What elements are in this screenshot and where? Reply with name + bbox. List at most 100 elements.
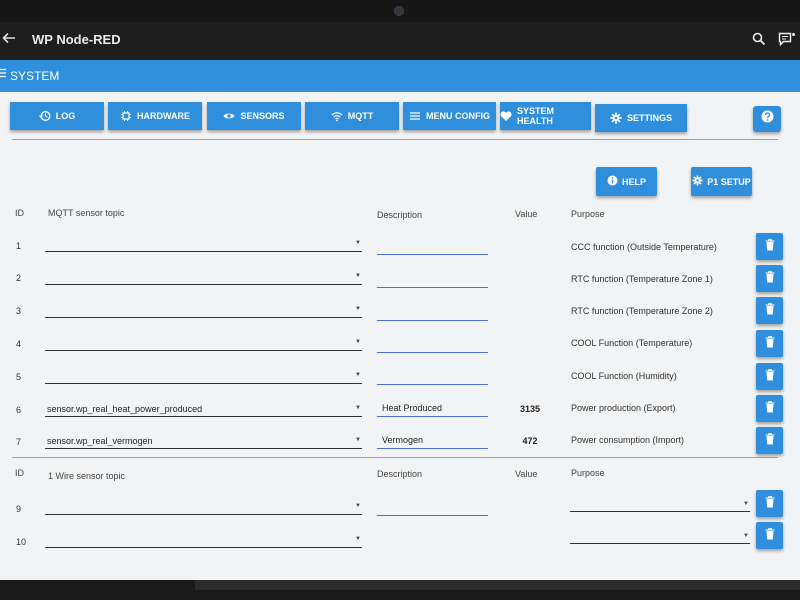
delete-button[interactable] — [756, 297, 783, 324]
mqtt-topic-value: sensor.wp_real_vermogen — [47, 436, 153, 446]
tab-hardware[interactable]: HARDWARE — [108, 102, 202, 130]
row-id: 4 — [16, 339, 22, 349]
tab-mqtt[interactable]: MQTT — [305, 102, 399, 130]
camera-lens — [394, 6, 404, 16]
trash-icon — [765, 432, 775, 450]
header-purpose: Purpose — [571, 468, 605, 478]
row-id: 1 — [16, 241, 22, 251]
main-content: LOG HARDWARE SENSORS MQTT MENU CONFIG SY… — [0, 92, 800, 580]
eye-icon — [223, 110, 236, 122]
device-bezel-top — [0, 0, 800, 22]
header-mqtt-topic: MQTT sensor topic — [48, 208, 125, 218]
purpose-text: COOL Function (Humidity) — [571, 371, 677, 381]
mqtt-topic-select[interactable]: sensor.wp_real_vermogen ▼ — [45, 433, 362, 449]
sensor-value: 3135 — [519, 404, 541, 414]
device-bezel-bottom — [0, 580, 800, 600]
screen-edge — [195, 580, 800, 590]
tab-system-health[interactable]: SYSTEM HEALTH — [500, 102, 591, 130]
tab-log[interactable]: LOG — [10, 102, 104, 130]
mqtt-topic-select[interactable]: ▼ — [45, 368, 362, 384]
row-id: 9 — [16, 504, 22, 514]
sensor-value: 472 — [522, 436, 538, 446]
trash-icon — [765, 335, 775, 353]
tab-mqtt-label: MQTT — [347, 111, 374, 121]
delete-button[interactable] — [756, 395, 783, 422]
description-input[interactable] — [377, 369, 488, 385]
tab-settings[interactable]: SETTINGS — [595, 104, 687, 132]
trash-icon — [765, 400, 775, 418]
dropdown-arrow-icon: ▼ — [355, 437, 361, 443]
delete-button[interactable] — [756, 427, 783, 454]
header-description: Description — [377, 469, 423, 479]
dropdown-arrow-icon: ▼ — [355, 405, 361, 411]
dropdown-arrow-icon: ▼ — [355, 306, 361, 312]
row-id: 5 — [16, 372, 22, 382]
app-title: WP Node-RED — [32, 32, 121, 47]
tab-menu-config-label: MENU CONFIG — [426, 111, 490, 121]
description-input[interactable] — [377, 500, 488, 516]
purpose-select[interactable]: ▼ — [570, 498, 750, 512]
description-input[interactable]: Vermogen — [377, 433, 488, 449]
header-purpose: Purpose — [571, 209, 605, 219]
purpose-text: Power production (Export) — [571, 403, 676, 413]
description-value: Heat Produced — [382, 403, 443, 413]
purpose-text: COOL Function (Temperature) — [571, 338, 693, 348]
chat-icon[interactable] — [778, 32, 796, 53]
purpose-select[interactable]: ▼ — [570, 530, 750, 544]
menu-icon[interactable] — [0, 68, 6, 81]
purpose-text: Power consumption (Import) — [571, 435, 685, 445]
section-divider — [12, 457, 778, 458]
header-id: ID — [15, 208, 24, 218]
back-arrow-icon[interactable] — [2, 31, 16, 50]
description-input[interactable]: Heat Produced — [377, 401, 488, 417]
delete-button[interactable] — [756, 330, 783, 357]
tab-divider — [12, 139, 778, 140]
header-description: Description — [377, 210, 423, 220]
history-icon — [38, 110, 51, 122]
header-value: Value — [515, 469, 538, 479]
tab-menu-config[interactable]: MENU CONFIG — [403, 102, 496, 130]
description-input[interactable] — [377, 239, 488, 255]
help-action-button[interactable]: HELP — [596, 167, 657, 196]
delete-button[interactable] — [756, 490, 783, 517]
tab-sensors[interactable]: SENSORS — [207, 102, 301, 130]
gear-icon — [692, 175, 703, 188]
chip-icon — [120, 110, 132, 122]
trash-icon — [765, 270, 775, 288]
page-title: SYSTEM — [10, 69, 60, 83]
row-id: 7 — [16, 437, 22, 447]
heart-icon — [500, 110, 512, 122]
mqtt-topic-select[interactable]: ▼ — [45, 302, 362, 318]
description-value: Vermogen — [382, 435, 424, 445]
tab-log-label: LOG — [55, 111, 76, 121]
delete-button[interactable] — [756, 522, 783, 549]
dropdown-arrow-icon: ▼ — [355, 372, 361, 378]
tab-system-health-label: SYSTEM HEALTH — [517, 106, 555, 126]
wire-topic-select[interactable]: ▼ — [45, 532, 362, 548]
delete-button[interactable] — [756, 363, 783, 390]
description-input[interactable] — [377, 337, 488, 353]
trash-icon — [765, 527, 775, 545]
mqtt-topic-select[interactable]: ▼ — [45, 335, 362, 351]
wire-topic-select[interactable]: ▼ — [45, 499, 362, 515]
mqtt-topic-select[interactable]: ▼ — [45, 236, 362, 252]
delete-button[interactable] — [756, 265, 783, 292]
dropdown-arrow-icon: ▼ — [355, 503, 361, 509]
purpose-text: CCC function (Outside Temperature) — [571, 242, 717, 252]
info-icon — [607, 175, 618, 188]
search-icon[interactable] — [752, 32, 766, 51]
tab-hardware-label: HARDWARE — [137, 111, 190, 121]
description-input[interactable] — [377, 272, 488, 288]
p1-setup-button[interactable]: P1 SETUP — [691, 167, 752, 196]
tab-bar: LOG HARDWARE SENSORS MQTT MENU CONFIG SY… — [0, 102, 800, 132]
mqtt-topic-select[interactable]: sensor.wp_real_heat_power_produced ▼ — [45, 401, 362, 417]
trash-icon — [765, 238, 775, 256]
mqtt-topic-select[interactable]: ▼ — [45, 269, 362, 285]
help-button[interactable] — [753, 106, 781, 132]
description-input[interactable] — [377, 305, 488, 321]
wifi-icon — [331, 110, 343, 122]
dropdown-arrow-icon: ▼ — [355, 273, 361, 279]
delete-button[interactable] — [756, 233, 783, 260]
header-value: Value — [515, 209, 538, 219]
header-id: ID — [15, 468, 24, 478]
